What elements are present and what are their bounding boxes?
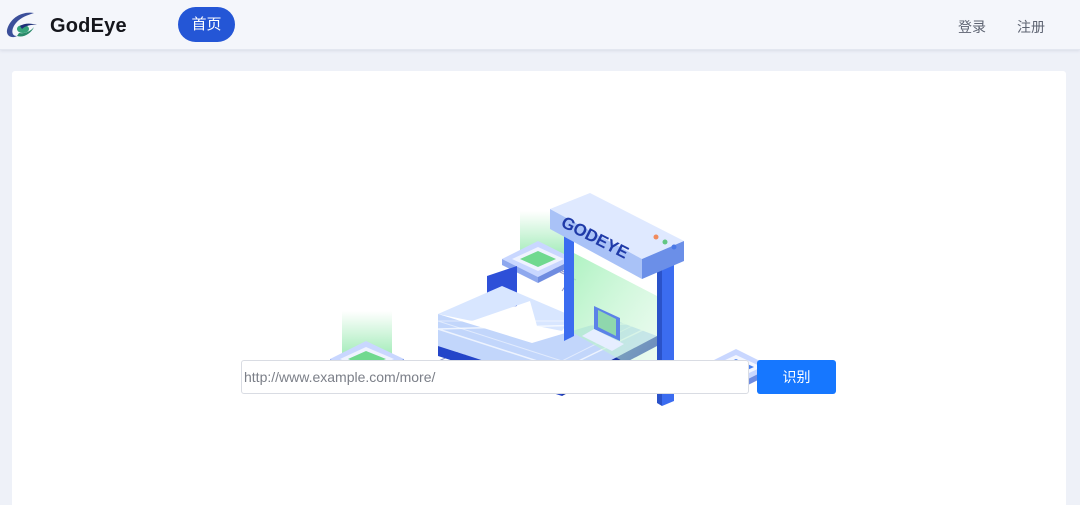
login-link[interactable]: 登录 bbox=[958, 17, 986, 37]
register-link[interactable]: 注册 bbox=[1017, 17, 1045, 37]
top-navbar: GodEye 首页 登录 注册 bbox=[0, 0, 1080, 50]
gate-pillar-left bbox=[564, 231, 574, 341]
godeye-logo-icon[interactable] bbox=[4, 10, 40, 40]
identify-button[interactable]: 识别 bbox=[757, 360, 836, 394]
main-card: GODEYE 识别 bbox=[12, 71, 1066, 505]
nav-home-button[interactable]: 首页 bbox=[178, 7, 235, 42]
brand-name: GodEye bbox=[50, 15, 127, 37]
url-input[interactable] bbox=[241, 360, 749, 394]
